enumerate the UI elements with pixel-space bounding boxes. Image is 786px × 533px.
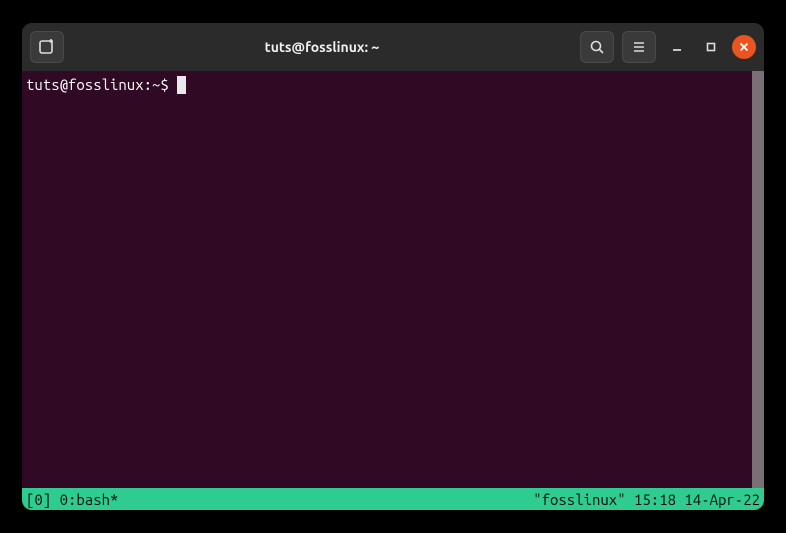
maximize-icon bbox=[705, 41, 717, 53]
close-icon bbox=[739, 42, 749, 52]
prompt-text: tuts@fosslinux:~$ bbox=[26, 75, 177, 95]
terminal-window: tuts@fosslinux: ~ bbox=[22, 23, 764, 510]
titlebar-right bbox=[580, 31, 756, 63]
new-tab-icon bbox=[38, 38, 56, 56]
prompt-line: tuts@fosslinux:~$ bbox=[26, 75, 748, 95]
titlebar: tuts@fosslinux: ~ bbox=[22, 23, 764, 71]
cursor bbox=[177, 76, 186, 94]
menu-button[interactable] bbox=[622, 31, 656, 63]
minimize-button[interactable] bbox=[664, 34, 690, 60]
search-icon bbox=[589, 39, 605, 55]
window-title: tuts@fosslinux: ~ bbox=[72, 39, 572, 55]
tmux-statusbar: [0] 0:bash* "fosslinux" 15:18 14-Apr-22 bbox=[22, 488, 764, 510]
search-button[interactable] bbox=[580, 31, 614, 63]
scrollbar[interactable] bbox=[752, 71, 764, 488]
hamburger-icon bbox=[631, 39, 647, 55]
new-tab-button[interactable] bbox=[30, 31, 64, 63]
terminal-content[interactable]: tuts@fosslinux:~$ bbox=[22, 71, 752, 488]
titlebar-left bbox=[30, 31, 64, 63]
minimize-icon bbox=[671, 41, 683, 53]
maximize-button[interactable] bbox=[698, 34, 724, 60]
terminal-body[interactable]: tuts@fosslinux:~$ bbox=[22, 71, 764, 488]
status-left: [0] 0:bash* bbox=[26, 491, 118, 508]
status-right: "fosslinux" 15:18 14-Apr-22 bbox=[533, 491, 760, 508]
scrollbar-thumb[interactable] bbox=[752, 71, 764, 488]
close-button[interactable] bbox=[732, 35, 756, 59]
